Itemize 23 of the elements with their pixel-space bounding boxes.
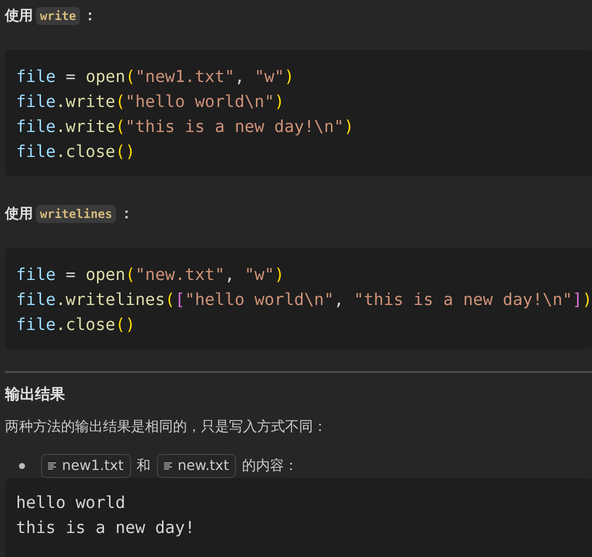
list-text: 的内容： [242, 457, 298, 475]
heading-text: 使用 [5, 205, 33, 223]
output-line: hello world [16, 492, 126, 514]
output-line: this is a new day! [16, 517, 195, 539]
code-line: file = open("new1.txt", "w") [16, 66, 294, 88]
heading-colon: ： [119, 205, 134, 223]
list-text: 和 [136, 457, 151, 475]
code-line: file.write("hello world\n") [16, 91, 284, 113]
code-line: file.close() [16, 141, 136, 163]
inline-code: writelines [36, 205, 116, 223]
code-line: file.close() [16, 314, 136, 336]
lines-icon [48, 462, 56, 470]
heading-text: 使用 [5, 7, 33, 25]
inline-code: write [36, 7, 80, 25]
bullet-icon [19, 463, 25, 469]
section-title: 输出结果 [5, 384, 66, 405]
file-link[interactable]: new1.txt [41, 454, 131, 478]
code-line: file = open("new.txt", "w") [16, 264, 284, 286]
paragraph: 两种方法的输出结果是相同的，只是写入方式不同： [5, 418, 328, 437]
code-line: file.writelines(["hello world\n", "this is a new day!\n"]) [16, 289, 592, 311]
heading-colon: ： [83, 7, 98, 25]
lines-icon [164, 462, 172, 470]
code-line: file.write("this is a new day!\n") [16, 116, 354, 138]
